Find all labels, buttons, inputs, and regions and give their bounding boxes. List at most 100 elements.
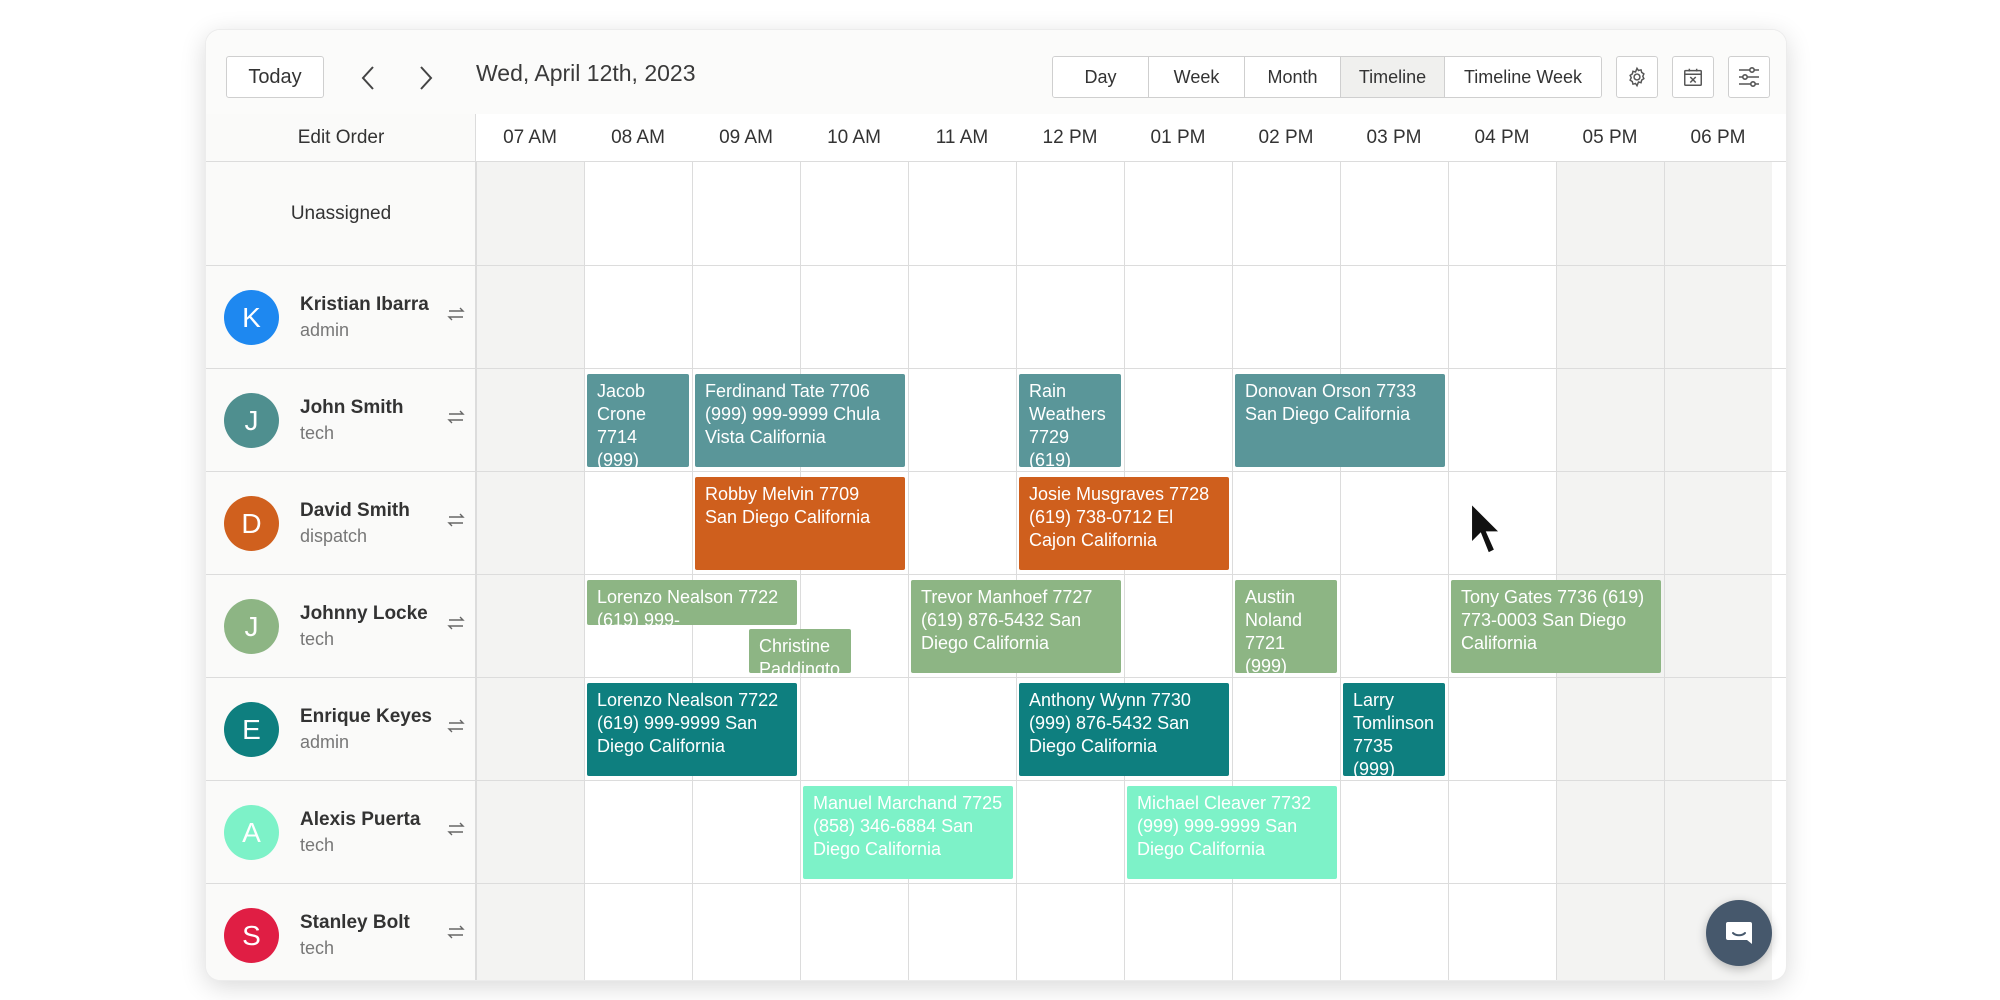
hour-header: 12 PM <box>1042 127 1098 148</box>
appointment-event[interactable]: Donovan Orson 7733 San Diego California <box>1235 374 1445 467</box>
swap-icon[interactable] <box>446 613 466 633</box>
appointment-event[interactable]: Anthony Wynn 7730 (999) 876-5432 San Die… <box>1019 683 1229 776</box>
resource-name: Kristian Ibarra <box>300 294 429 315</box>
appointment-event[interactable]: Trevor Manhoef 7727 (619) 876-5432 San D… <box>911 580 1121 673</box>
resource-row: E Enrique Keyes admin <box>206 678 476 781</box>
hour-gridline <box>1340 162 1341 980</box>
hour-gridline <box>1664 162 1665 980</box>
edit-order-button[interactable]: Edit Order <box>206 114 476 162</box>
resource-row: A Alexis Puerta tech <box>206 781 476 884</box>
calendar-x-icon <box>1684 68 1702 86</box>
prev-day-button[interactable] <box>348 58 388 98</box>
hour-gridline <box>584 162 585 980</box>
avatar: D <box>224 496 279 551</box>
off-hours-shade <box>476 162 584 980</box>
mouse-cursor-icon <box>1469 500 1506 557</box>
view-week-button[interactable]: Week <box>1149 57 1245 97</box>
chevron-left-icon <box>361 66 374 90</box>
hour-gridline <box>1556 162 1557 980</box>
filter-button[interactable] <box>1728 56 1770 98</box>
resource-role: admin <box>300 320 350 340</box>
hour-header: 09 AM <box>719 127 773 148</box>
unassigned-row-label: Unassigned <box>206 162 476 266</box>
appointment-event[interactable]: Lorenzo Nealson 7722 (619) 999-9999 San … <box>587 683 797 776</box>
hour-header: 04 PM <box>1474 127 1530 148</box>
view-month-button[interactable]: Month <box>1245 57 1341 97</box>
today-button[interactable]: Today <box>226 56 324 98</box>
row-gridline <box>476 574 1786 575</box>
appointment-event[interactable]: Jacob Crone 7714 (999) 999-9999 <box>587 374 689 467</box>
appointment-event[interactable]: Rain Weathers 7729 (619) <box>1019 374 1121 467</box>
avatar: K <box>224 290 279 345</box>
appointment-event[interactable]: Josie Musgraves 7728 (619) 738-0712 El C… <box>1019 477 1229 570</box>
swap-icon[interactable] <box>446 510 466 530</box>
swap-icon[interactable] <box>446 716 466 736</box>
appointment-event[interactable]: Robby Melvin 7709 San Diego California <box>695 477 905 570</box>
resource-name: David Smith <box>300 500 410 521</box>
chevron-right-icon <box>420 66 433 90</box>
appointment-event[interactable]: Austin Noland 7721 (999) <box>1235 580 1337 673</box>
toolbar: Today Wed, April 12th, 2023 Day Week Mon… <box>206 30 1786 114</box>
hour-header: 07 AM <box>503 127 557 148</box>
hour-gridline <box>800 162 801 980</box>
hour-gridline <box>1016 162 1017 980</box>
header-divider <box>476 161 1786 162</box>
gear-icon <box>1629 66 1645 88</box>
swap-icon[interactable] <box>446 407 466 427</box>
view-day-button[interactable]: Day <box>1053 57 1149 97</box>
view-timeline-button[interactable]: Timeline <box>1341 57 1445 97</box>
appointment-event[interactable]: Michael Cleaver 7732 (999) 999-9999 San … <box>1127 786 1337 879</box>
swap-icon[interactable] <box>446 304 466 324</box>
chat-icon <box>1726 922 1752 944</box>
avatar: E <box>224 702 279 757</box>
avatar: J <box>224 393 279 448</box>
row-gridline <box>476 883 1786 884</box>
row-gridline <box>476 471 1786 472</box>
row-gridline <box>476 780 1786 781</box>
chat-button[interactable] <box>1706 900 1772 966</box>
hour-header: 02 PM <box>1258 127 1314 148</box>
resource-row: S Stanley Bolt tech <box>206 884 476 980</box>
resource-role: tech <box>300 938 335 958</box>
view-switcher: Day Week Month Timeline Timeline Week <box>1052 56 1602 98</box>
appointment-event[interactable]: Manuel Marchand 7725 (858) 346-6884 San … <box>803 786 1013 879</box>
avatar: J <box>224 599 279 654</box>
clear-calendar-button[interactable] <box>1672 56 1714 98</box>
appointment-event[interactable]: Tony Gates 7736 (619) 773-0003 San Diego… <box>1451 580 1661 673</box>
resource-row: K Kristian Ibarra admin <box>206 266 476 369</box>
next-day-button[interactable] <box>406 58 446 98</box>
appointment-event[interactable]: Ferdinand Tate 7706 (999) 999-9999 Chula… <box>695 374 905 467</box>
view-timeline-week-button[interactable]: Timeline Week <box>1445 57 1601 97</box>
appointment-event[interactable]: Larry Tomlinson 7735 (999) <box>1343 683 1445 776</box>
resource-role: admin <box>300 732 350 752</box>
resource-role: tech <box>300 423 335 443</box>
resource-role: tech <box>300 629 335 649</box>
resource-row: J John Smith tech <box>206 369 476 472</box>
resource-column: Edit Order Unassigned K Kristian Ibarra ad… <box>206 114 476 980</box>
hour-header: 01 PM <box>1150 127 1206 148</box>
resource-name: Enrique Keyes <box>300 706 432 727</box>
swap-icon[interactable] <box>446 819 466 839</box>
hour-header: 11 AM <box>935 127 989 148</box>
hour-header: 08 AM <box>611 127 665 148</box>
row-gridline <box>476 265 1786 266</box>
hour-header: 03 PM <box>1366 127 1422 148</box>
row-gridline <box>476 677 1786 678</box>
hour-gridline <box>692 162 693 980</box>
timeline-area: 07 AM 08 AM 09 AM 10 AM 11 AM 12 PM 01 PM 02 PM… <box>476 114 1786 980</box>
resource-name: Stanley Bolt <box>300 912 410 933</box>
settings-button[interactable] <box>1616 56 1658 98</box>
scheduler-grid: Edit Order Unassigned K Kristian Ibarra ad… <box>206 114 1786 980</box>
avatar: A <box>224 805 279 860</box>
avatar: S <box>224 908 279 963</box>
resource-name: Alexis Puerta <box>300 809 421 830</box>
swap-icon[interactable] <box>446 922 466 942</box>
appointment-event[interactable]: Lorenzo Nealson 7722 (619) 999- <box>587 580 797 625</box>
appointment-event[interactable]: Christine Paddington <box>749 629 851 673</box>
hour-gridline <box>476 162 477 980</box>
resource-role: tech <box>300 835 335 855</box>
row-gridline <box>476 368 1786 369</box>
hour-header: 10 AM <box>827 127 881 148</box>
scheduler-card: Today Wed, April 12th, 2023 Day Week Mon… <box>206 30 1786 980</box>
current-date: Wed, April 12th, 2023 <box>476 60 696 86</box>
